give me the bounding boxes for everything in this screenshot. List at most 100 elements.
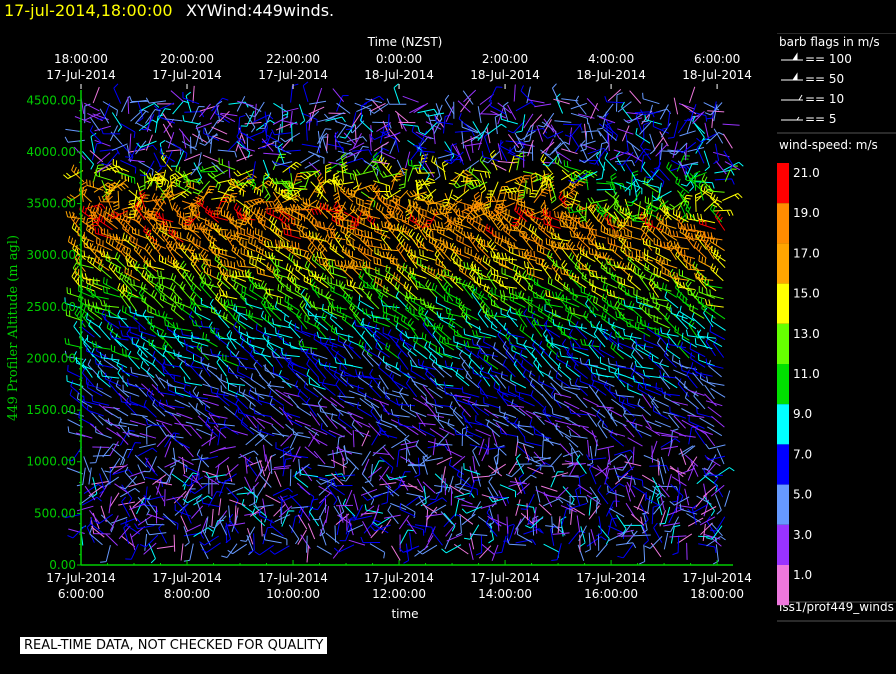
wind-barb [347, 411, 364, 419]
wind-barb [669, 406, 687, 419]
wind-barb [483, 336, 499, 351]
wind-barb [707, 110, 725, 113]
wind-barb [246, 181, 262, 197]
wind-barb [100, 467, 110, 484]
wind-barb [413, 130, 428, 147]
wind-barb [318, 483, 338, 496]
speed-color-swatch [777, 484, 789, 525]
wind-barb [302, 81, 309, 103]
wind-barb [89, 446, 102, 464]
wind-barb [127, 96, 130, 114]
wind-barb [490, 162, 507, 171]
wind-barb [507, 104, 517, 120]
wind-barb [146, 424, 153, 445]
wind-barb [295, 463, 310, 475]
wind-barb [361, 371, 381, 380]
top-tick-date: 17-Jul-2014 [258, 68, 328, 82]
wind-barb [623, 329, 642, 340]
wind-barb [463, 463, 481, 475]
wind-barb [162, 367, 181, 377]
wind-barb [118, 501, 135, 506]
wind-barb [498, 279, 518, 289]
wind-barb [151, 289, 164, 309]
wind-barb [86, 179, 104, 191]
wind-barb [479, 387, 498, 399]
wind-barb [111, 143, 128, 152]
wind-barb [429, 428, 445, 439]
wind-barb [178, 456, 194, 466]
wind-barb [342, 498, 356, 517]
wind-barb [399, 529, 414, 546]
wind-barb [458, 113, 472, 131]
speed-level-label: 13.0 [793, 327, 820, 341]
wind-barb [402, 95, 419, 103]
wind-barb [294, 419, 311, 427]
wind-barb [94, 227, 112, 239]
wind-barb [588, 505, 600, 520]
wind-barb [292, 276, 309, 290]
wind-barb [300, 325, 319, 337]
wind-barb [221, 543, 238, 558]
wind-barb [191, 474, 204, 489]
wind-barb [706, 376, 725, 386]
wind-barb [236, 492, 257, 499]
wind-barb [156, 422, 168, 437]
wind-barb [615, 489, 618, 507]
wind-barb [663, 532, 669, 550]
wind-barb [438, 335, 455, 351]
wind-barb [398, 387, 410, 408]
wind-barb [482, 306, 499, 321]
wind-barb [188, 402, 201, 416]
wind-barb [64, 136, 85, 143]
wind-barb [331, 413, 347, 429]
wind-barb [452, 406, 465, 426]
wind-barb [241, 498, 257, 516]
wind-barb [669, 535, 687, 538]
wind-barb [463, 231, 483, 241]
wind-barb [412, 397, 429, 407]
wind-barb [202, 530, 211, 546]
speed-level-label: 1.0 [793, 568, 812, 582]
x-tick-time: 10:00:00 [266, 587, 320, 601]
wind-barb [129, 133, 132, 151]
wind-barb [459, 513, 474, 525]
wind-barb [317, 464, 335, 469]
wind-barb [575, 394, 588, 409]
wind-barb [231, 429, 248, 436]
wind-barb [139, 432, 157, 439]
wind-barb [434, 159, 441, 181]
speed-level-label: 11.0 [793, 367, 820, 381]
wind-barb [314, 319, 327, 339]
wind-barb [317, 376, 336, 387]
wind-barb [637, 398, 652, 416]
wind-barb [372, 162, 380, 183]
speed-level-label: 9.0 [793, 407, 812, 421]
wind-barb [570, 102, 588, 110]
wind-barb [507, 404, 525, 408]
wind-barb [325, 291, 336, 311]
wind-barb [272, 116, 289, 125]
wind-barb [672, 535, 680, 556]
wind-barb [103, 277, 119, 292]
wind-barb [263, 533, 282, 544]
wind-barb [454, 486, 472, 492]
speed-color-swatch [777, 565, 789, 606]
wind-barb [648, 351, 662, 370]
wind-barb [141, 383, 155, 396]
wind-barb [531, 333, 546, 351]
wind-barb [607, 133, 610, 152]
speed-level-label: 5.0 [793, 488, 812, 502]
wind-barb [316, 331, 336, 341]
wind-barb [687, 414, 705, 418]
wind-barb [179, 360, 191, 380]
wind-barb [457, 100, 471, 113]
wind-barb [540, 170, 548, 191]
wind-barb [104, 457, 121, 473]
wind-barb [245, 433, 265, 446]
wind-barb [584, 532, 591, 553]
wind-barb [291, 363, 308, 378]
wind-barb [298, 173, 311, 191]
wind-barb [288, 524, 300, 545]
wind-barb [397, 116, 407, 132]
wind-barb [113, 83, 122, 104]
